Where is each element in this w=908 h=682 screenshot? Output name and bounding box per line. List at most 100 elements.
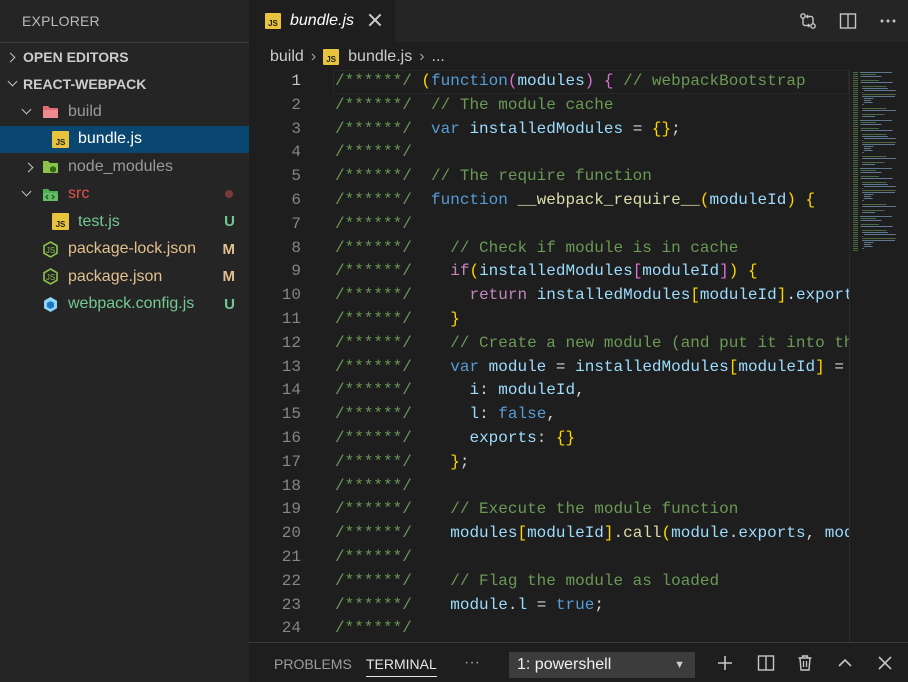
- close-panel-button[interactable]: [874, 652, 896, 674]
- javascript-file-icon: JS: [323, 48, 340, 65]
- open-editors-section[interactable]: OPEN EDITORS: [0, 42, 249, 70]
- git-status-badge: U: [224, 213, 235, 230]
- tree-item-src[interactable]: src: [0, 181, 249, 209]
- breadcrumb-folder[interactable]: build: [270, 48, 304, 66]
- maximize-panel-button[interactable]: [834, 652, 856, 674]
- minimap[interactable]: [849, 70, 908, 642]
- line-number: 12: [281, 333, 301, 352]
- folder-open-icon: [42, 103, 59, 120]
- code-editor[interactable]: 1 /******/ (function(modules) { // webpac…: [249, 70, 849, 642]
- code-text: /******/ if(installedModules[moduleId]) …: [335, 262, 758, 281]
- webpack-file-icon: [42, 296, 59, 313]
- code-line[interactable]: 20 /******/ modules[moduleId].call(module…: [249, 522, 849, 546]
- code-line[interactable]: 17 /******/ };: [249, 451, 849, 475]
- code-text: /******/: [335, 619, 412, 638]
- tree-item-test-js[interactable]: JS test.js U: [0, 208, 249, 236]
- kill-terminal-button[interactable]: [794, 652, 816, 674]
- tab-terminal[interactable]: TERMINAL: [366, 643, 437, 682]
- panel-more-button[interactable]: ···: [464, 643, 480, 682]
- code-text: /******/: [335, 214, 412, 233]
- code-line[interactable]: 19 /******/ // Execute the module functio…: [249, 498, 849, 522]
- code-line[interactable]: 15 /******/ l: false,: [249, 403, 849, 427]
- code-line[interactable]: 10 /******/ return installedModules[modul…: [249, 284, 849, 308]
- tab-problems[interactable]: PROBLEMS: [274, 643, 352, 682]
- open-changes-button[interactable]: [788, 0, 828, 42]
- git-status-badge: U: [224, 295, 235, 313]
- line-number: 19: [281, 500, 301, 519]
- code-text: /******/ // Create a new module (and put…: [335, 333, 849, 352]
- line-number: 16: [281, 428, 301, 447]
- code-line[interactable]: 21 /******/: [249, 546, 849, 570]
- split-icon: [757, 655, 775, 671]
- code-line[interactable]: 23 /******/ module.l = true;: [249, 594, 849, 618]
- code-line[interactable]: 9 /******/ if(installedModules[moduleId])…: [249, 260, 849, 284]
- code-line[interactable]: 7 /******/: [249, 213, 849, 237]
- code-line[interactable]: 2 /******/ // The module cache: [249, 94, 849, 118]
- tree-item-webpack-config-js[interactable]: webpack.config.js U: [0, 291, 249, 319]
- javascript-file-icon: JS: [52, 130, 69, 148]
- line-number: 10: [281, 286, 301, 305]
- tab-bundle-js[interactable]: JS bundle.js: [249, 0, 395, 42]
- code-line[interactable]: 13 /******/ var module = installedModules…: [249, 356, 849, 380]
- split-editor-button[interactable]: [828, 0, 868, 42]
- code-line[interactable]: 16 /******/ exports: {}: [249, 427, 849, 451]
- caret-down-icon: ▼: [674, 659, 685, 671]
- code-text: /******/ var installedModules = {};: [335, 119, 681, 138]
- more-actions-button[interactable]: [868, 0, 908, 42]
- tree-item-label: build: [68, 102, 102, 120]
- git-status-badge: M: [222, 240, 236, 258]
- code-line[interactable]: 22 /******/ // Flag the module as loaded: [249, 570, 849, 594]
- code-text: /******/ function __webpack_require__(mo…: [335, 190, 816, 209]
- code-text: /******/ // The require function: [335, 167, 652, 186]
- code-line[interactable]: 14 /******/ i: moduleId,: [249, 379, 849, 403]
- line-number: 1: [291, 72, 301, 90]
- code-text: /******/ modules[moduleId].call(module.e…: [335, 524, 849, 543]
- line-number: 6: [291, 190, 301, 209]
- code-line[interactable]: 18 /******/: [249, 475, 849, 499]
- code-text: /******/ };: [335, 452, 470, 471]
- tab-bar: JS bundle.js: [249, 0, 908, 42]
- chevron-right-icon: ›: [419, 47, 425, 65]
- code-line[interactable]: 6 /******/ function __webpack_require__(m…: [249, 189, 849, 213]
- breadcrumb-more[interactable]: ...: [432, 48, 445, 66]
- code-text: /******/: [335, 476, 412, 495]
- ellipsis-icon: [880, 19, 896, 23]
- new-terminal-button[interactable]: [714, 652, 736, 674]
- code-line[interactable]: 11 /******/ }: [249, 308, 849, 332]
- tree-item-label: package-lock.json: [68, 240, 197, 258]
- code-text: /******/ // Execute the module function: [335, 500, 739, 519]
- chevron-right-icon: [26, 162, 36, 172]
- close-icon[interactable]: [367, 12, 383, 28]
- code-line[interactable]: 5 /******/ // The require function: [249, 165, 849, 189]
- line-number: 4: [291, 143, 301, 162]
- code-line[interactable]: 4 /******/: [249, 141, 849, 165]
- tree-item-label: bundle.js: [78, 130, 143, 148]
- code-text: /******/ }: [335, 309, 460, 328]
- tree-item-build[interactable]: build: [0, 98, 249, 126]
- tree-item-node-modules[interactable]: node_modules: [0, 153, 249, 181]
- tree-item-label: node_modules: [68, 157, 173, 175]
- chevron-down-icon: [22, 189, 32, 199]
- terminal-select[interactable]: 1: powershell ▼: [509, 652, 695, 678]
- line-number: 8: [291, 238, 301, 257]
- code-line[interactable]: 24 /******/: [249, 617, 849, 641]
- code-text: /******/: [335, 143, 412, 162]
- explorer-title: EXPLORER: [22, 13, 100, 29]
- code-text: /******/ (function(modules) { // webpack…: [335, 72, 806, 90]
- code-line[interactable]: 12 /******/ // Create a new module (and p…: [249, 332, 849, 356]
- line-number: 23: [281, 595, 301, 614]
- line-number: 13: [281, 357, 301, 376]
- line-number: 21: [281, 547, 301, 566]
- tree-item-bundle-js[interactable]: JS bundle.js: [0, 125, 249, 153]
- code-text: /******/ i: moduleId,: [335, 381, 585, 400]
- split-editor-icon: [839, 13, 857, 29]
- project-section[interactable]: REACT-WEBPACK: [0, 70, 249, 98]
- tree-item-package-lock-json[interactable]: JS package-lock.json M: [0, 236, 249, 264]
- code-line[interactable]: 8 /******/ // Check if module is in cache: [249, 237, 849, 261]
- code-line[interactable]: 1 /******/ (function(modules) { // webpac…: [249, 70, 849, 94]
- split-terminal-button[interactable]: [755, 652, 777, 674]
- code-line[interactable]: 3 /******/ var installedModules = {};: [249, 118, 849, 142]
- line-number: 18: [281, 476, 301, 495]
- tree-item-package-json[interactable]: JS package.json M: [0, 263, 249, 291]
- breadcrumb-file[interactable]: bundle.js: [348, 48, 412, 66]
